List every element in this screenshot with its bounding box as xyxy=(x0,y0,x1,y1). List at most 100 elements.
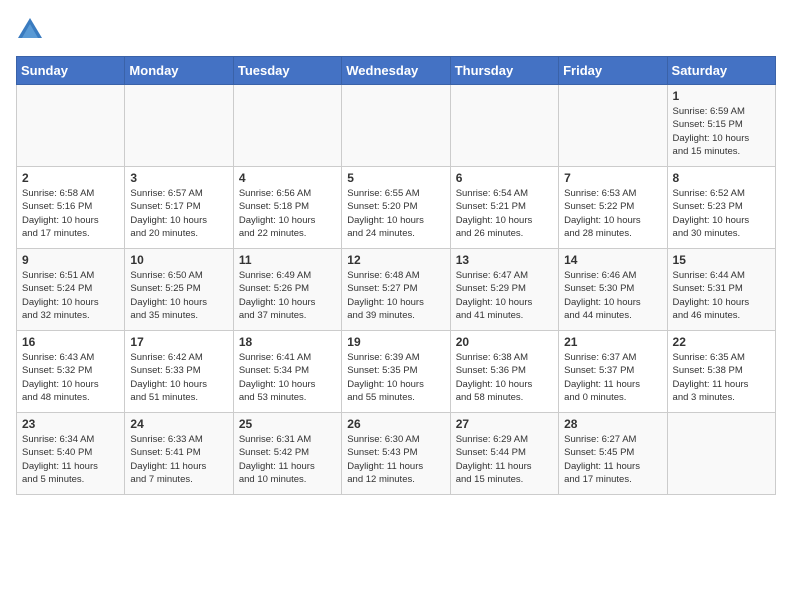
weekday-header: Tuesday xyxy=(233,57,341,85)
calendar-cell: 22 Sunrise: 6:35 AM Sunset: 5:38 PM Dayli… xyxy=(667,331,775,413)
day-number: 5 xyxy=(347,171,444,185)
day-number: 18 xyxy=(239,335,336,349)
calendar-cell: 13 Sunrise: 6:47 AM Sunset: 5:29 PM Dayli… xyxy=(450,249,558,331)
day-number: 2 xyxy=(22,171,119,185)
day-info: Sunrise: 6:50 AM Sunset: 5:25 PM Dayligh… xyxy=(130,269,227,322)
calendar-week-row: 16 Sunrise: 6:43 AM Sunset: 5:32 PM Dayli… xyxy=(17,331,776,413)
calendar-cell: 9Sunrise: 6:51 AM Sunset: 5:24 PM Daylig… xyxy=(17,249,125,331)
weekday-header: Friday xyxy=(559,57,667,85)
calendar-cell: 26 Sunrise: 6:30 AM Sunset: 5:43 PM Dayli… xyxy=(342,413,450,495)
day-number: 28 xyxy=(564,417,661,431)
calendar-cell xyxy=(233,85,341,167)
calendar-cell: 7 Sunrise: 6:53 AM Sunset: 5:22 PM Daylig… xyxy=(559,167,667,249)
day-info: Sunrise: 6:46 AM Sunset: 5:30 PM Dayligh… xyxy=(564,269,661,322)
day-number: 10 xyxy=(130,253,227,267)
day-info: Sunrise: 6:54 AM Sunset: 5:21 PM Dayligh… xyxy=(456,187,553,240)
day-info: Sunrise: 6:37 AM Sunset: 5:37 PM Dayligh… xyxy=(564,351,661,404)
calendar-cell xyxy=(17,85,125,167)
calendar-cell: 25Sunrise: 6:31 AM Sunset: 5:42 PM Dayli… xyxy=(233,413,341,495)
day-info: Sunrise: 6:53 AM Sunset: 5:22 PM Dayligh… xyxy=(564,187,661,240)
calendar-cell: 10 Sunrise: 6:50 AM Sunset: 5:25 PM Dayli… xyxy=(125,249,233,331)
calendar-cell: 5 Sunrise: 6:55 AM Sunset: 5:20 PM Daylig… xyxy=(342,167,450,249)
day-number: 21 xyxy=(564,335,661,349)
day-info: Sunrise: 6:34 AM Sunset: 5:40 PM Dayligh… xyxy=(22,433,119,486)
day-info: Sunrise: 6:58 AM Sunset: 5:16 PM Dayligh… xyxy=(22,187,119,240)
calendar-week-row: 23 Sunrise: 6:34 AM Sunset: 5:40 PM Dayli… xyxy=(17,413,776,495)
page-header xyxy=(16,16,776,44)
calendar-cell xyxy=(559,85,667,167)
calendar-cell: 12 Sunrise: 6:48 AM Sunset: 5:27 PM Dayli… xyxy=(342,249,450,331)
day-number: 11 xyxy=(239,253,336,267)
calendar-cell xyxy=(125,85,233,167)
calendar-cell: 8 Sunrise: 6:52 AM Sunset: 5:23 PM Daylig… xyxy=(667,167,775,249)
day-info: Sunrise: 6:48 AM Sunset: 5:27 PM Dayligh… xyxy=(347,269,444,322)
calendar-cell xyxy=(450,85,558,167)
day-info: Sunrise: 6:44 AM Sunset: 5:31 PM Dayligh… xyxy=(673,269,770,322)
calendar-week-row: 2 Sunrise: 6:58 AM Sunset: 5:16 PM Daylig… xyxy=(17,167,776,249)
weekday-header: Sunday xyxy=(17,57,125,85)
calendar-table: SundayMondayTuesdayWednesdayThursdayFrid… xyxy=(16,56,776,495)
day-info: Sunrise: 6:39 AM Sunset: 5:35 PM Dayligh… xyxy=(347,351,444,404)
day-number: 19 xyxy=(347,335,444,349)
calendar-cell: 28 Sunrise: 6:27 AM Sunset: 5:45 PM Dayli… xyxy=(559,413,667,495)
day-info: Sunrise: 6:30 AM Sunset: 5:43 PM Dayligh… xyxy=(347,433,444,486)
calendar-cell: 4 Sunrise: 6:56 AM Sunset: 5:18 PM Daylig… xyxy=(233,167,341,249)
calendar-cell: 1Sunrise: 6:59 AM Sunset: 5:15 PM Daylig… xyxy=(667,85,775,167)
day-number: 26 xyxy=(347,417,444,431)
day-number: 13 xyxy=(456,253,553,267)
calendar-cell: 27 Sunrise: 6:29 AM Sunset: 5:44 PM Dayli… xyxy=(450,413,558,495)
day-number: 23 xyxy=(22,417,119,431)
day-number: 27 xyxy=(456,417,553,431)
day-info: Sunrise: 6:47 AM Sunset: 5:29 PM Dayligh… xyxy=(456,269,553,322)
calendar-cell: 2 Sunrise: 6:58 AM Sunset: 5:16 PM Daylig… xyxy=(17,167,125,249)
calendar-cell xyxy=(667,413,775,495)
day-info: Sunrise: 6:33 AM Sunset: 5:41 PM Dayligh… xyxy=(130,433,227,486)
day-number: 16 xyxy=(22,335,119,349)
day-number: 14 xyxy=(564,253,661,267)
day-info: Sunrise: 6:55 AM Sunset: 5:20 PM Dayligh… xyxy=(347,187,444,240)
day-number: 12 xyxy=(347,253,444,267)
day-info: Sunrise: 6:29 AM Sunset: 5:44 PM Dayligh… xyxy=(456,433,553,486)
day-number: 4 xyxy=(239,171,336,185)
day-number: 20 xyxy=(456,335,553,349)
calendar-week-row: 1Sunrise: 6:59 AM Sunset: 5:15 PM Daylig… xyxy=(17,85,776,167)
day-info: Sunrise: 6:51 AM Sunset: 5:24 PM Dayligh… xyxy=(22,269,119,322)
calendar-body: 1Sunrise: 6:59 AM Sunset: 5:15 PM Daylig… xyxy=(17,85,776,495)
day-number: 17 xyxy=(130,335,227,349)
calendar-cell: 16 Sunrise: 6:43 AM Sunset: 5:32 PM Dayli… xyxy=(17,331,125,413)
day-number: 6 xyxy=(456,171,553,185)
day-number: 3 xyxy=(130,171,227,185)
calendar-cell: 11 Sunrise: 6:49 AM Sunset: 5:26 PM Dayli… xyxy=(233,249,341,331)
day-info: Sunrise: 6:42 AM Sunset: 5:33 PM Dayligh… xyxy=(130,351,227,404)
weekday-header: Thursday xyxy=(450,57,558,85)
day-info: Sunrise: 6:41 AM Sunset: 5:34 PM Dayligh… xyxy=(239,351,336,404)
day-info: Sunrise: 6:35 AM Sunset: 5:38 PM Dayligh… xyxy=(673,351,770,404)
day-info: Sunrise: 6:57 AM Sunset: 5:17 PM Dayligh… xyxy=(130,187,227,240)
calendar-cell: 19 Sunrise: 6:39 AM Sunset: 5:35 PM Dayli… xyxy=(342,331,450,413)
calendar-cell: 24 Sunrise: 6:33 AM Sunset: 5:41 PM Dayli… xyxy=(125,413,233,495)
day-info: Sunrise: 6:43 AM Sunset: 5:32 PM Dayligh… xyxy=(22,351,119,404)
logo-icon xyxy=(16,16,44,44)
weekday-header: Monday xyxy=(125,57,233,85)
day-info: Sunrise: 6:59 AM Sunset: 5:15 PM Dayligh… xyxy=(673,105,770,158)
calendar-cell: 17 Sunrise: 6:42 AM Sunset: 5:33 PM Dayli… xyxy=(125,331,233,413)
calendar-week-row: 9Sunrise: 6:51 AM Sunset: 5:24 PM Daylig… xyxy=(17,249,776,331)
weekday-header: Wednesday xyxy=(342,57,450,85)
day-info: Sunrise: 6:27 AM Sunset: 5:45 PM Dayligh… xyxy=(564,433,661,486)
day-number: 8 xyxy=(673,171,770,185)
day-info: Sunrise: 6:52 AM Sunset: 5:23 PM Dayligh… xyxy=(673,187,770,240)
weekday-row: SundayMondayTuesdayWednesdayThursdayFrid… xyxy=(17,57,776,85)
day-number: 7 xyxy=(564,171,661,185)
calendar-header: SundayMondayTuesdayWednesdayThursdayFrid… xyxy=(17,57,776,85)
day-info: Sunrise: 6:56 AM Sunset: 5:18 PM Dayligh… xyxy=(239,187,336,240)
calendar-cell: 23 Sunrise: 6:34 AM Sunset: 5:40 PM Dayli… xyxy=(17,413,125,495)
logo xyxy=(16,16,48,44)
calendar-cell: 18 Sunrise: 6:41 AM Sunset: 5:34 PM Dayli… xyxy=(233,331,341,413)
calendar-cell: 20 Sunrise: 6:38 AM Sunset: 5:36 PM Dayli… xyxy=(450,331,558,413)
day-info: Sunrise: 6:38 AM Sunset: 5:36 PM Dayligh… xyxy=(456,351,553,404)
day-info: Sunrise: 6:49 AM Sunset: 5:26 PM Dayligh… xyxy=(239,269,336,322)
calendar-cell: 3 Sunrise: 6:57 AM Sunset: 5:17 PM Daylig… xyxy=(125,167,233,249)
weekday-header: Saturday xyxy=(667,57,775,85)
day-number: 22 xyxy=(673,335,770,349)
day-number: 24 xyxy=(130,417,227,431)
